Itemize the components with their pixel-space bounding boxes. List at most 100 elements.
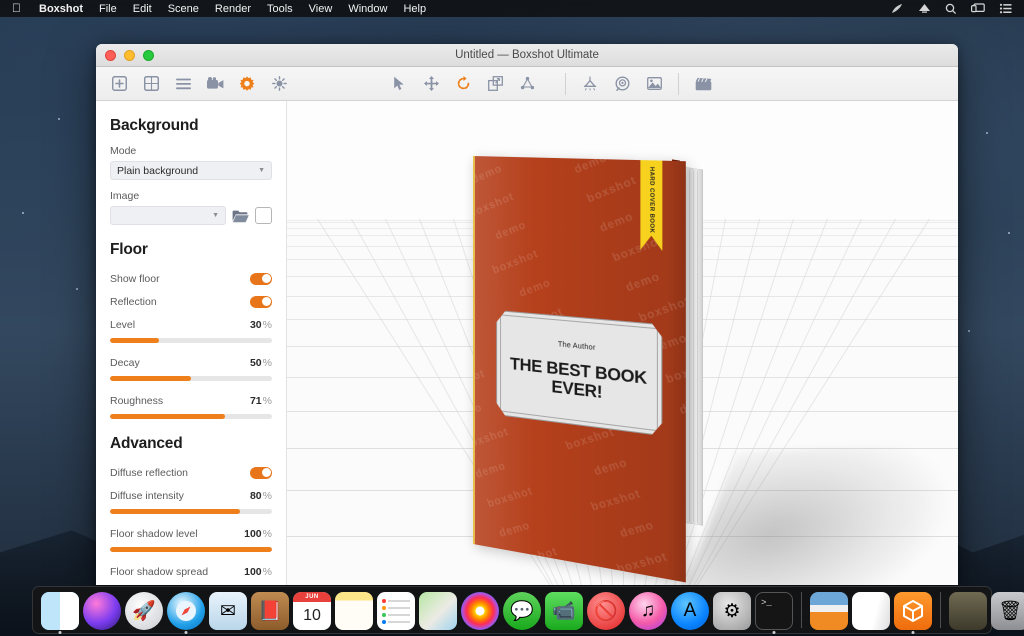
decay-row: Decay 50% bbox=[110, 353, 272, 372]
list-icon[interactable] bbox=[170, 71, 196, 97]
dock-item-mail[interactable]: ✉ bbox=[208, 590, 248, 630]
search-icon[interactable] bbox=[944, 2, 958, 15]
book-title-text: THE BEST BOOK EVER! bbox=[509, 354, 647, 403]
book-floor-shadow bbox=[662, 439, 958, 585]
dock-item-contacts[interactable]: 📕 bbox=[250, 590, 290, 630]
dock-item-calendar[interactable]: JUN 10 bbox=[292, 590, 332, 630]
show-floor-toggle[interactable] bbox=[250, 272, 272, 285]
menu-item-scene[interactable]: Scene bbox=[160, 3, 207, 15]
books-stack-icon bbox=[810, 592, 848, 630]
render-preview-icon[interactable] bbox=[609, 71, 635, 97]
boxshot-application-window: Untitled — Boxshot Ultimate Background M… bbox=[96, 44, 958, 585]
dock-item-boxshot[interactable] bbox=[893, 590, 933, 634]
contacts-glyph: 📕 bbox=[258, 601, 282, 622]
dock-item-terminal[interactable]: >_ bbox=[754, 590, 794, 634]
dock-item-safari[interactable] bbox=[166, 590, 206, 634]
menu-item-render[interactable]: Render bbox=[207, 3, 259, 15]
ribbon-label: HARD COVER BOOK bbox=[648, 166, 655, 234]
menu-item-window[interactable]: Window bbox=[340, 3, 395, 15]
light-bulb-icon[interactable] bbox=[266, 71, 292, 97]
image-label: Image bbox=[110, 190, 140, 202]
dock-item-do-not-disturb[interactable]: 🚫 bbox=[586, 590, 626, 630]
dock-item-books-stack[interactable] bbox=[809, 590, 849, 630]
background-color-swatch[interactable] bbox=[255, 207, 272, 224]
messages-icon: 💬 bbox=[503, 592, 541, 630]
move-tool-icon[interactable] bbox=[418, 71, 444, 97]
messages-glyph: 💬 bbox=[510, 601, 534, 622]
main-toolbar bbox=[96, 67, 958, 101]
menu-item-boxshot[interactable]: Boxshot bbox=[31, 3, 91, 15]
diffuse-intensity-slider-fill bbox=[110, 509, 240, 514]
star bbox=[1008, 232, 1010, 234]
decay-slider[interactable] bbox=[110, 376, 272, 381]
dock-item-finder[interactable] bbox=[40, 590, 80, 634]
select-arrow-icon[interactable] bbox=[386, 71, 412, 97]
snap-tool-icon[interactable] bbox=[514, 71, 540, 97]
background-image-select[interactable]: ▼ bbox=[110, 206, 226, 225]
rotate-tool-icon[interactable] bbox=[450, 71, 476, 97]
folder-open-icon[interactable] bbox=[232, 208, 249, 224]
menu-item-help[interactable]: Help bbox=[395, 3, 434, 15]
spotlight-icon[interactable] bbox=[577, 71, 603, 97]
reflection-row: Reflection bbox=[110, 292, 272, 311]
menu-item-tools[interactable]: Tools bbox=[259, 3, 301, 15]
settings-gear-icon[interactable] bbox=[234, 71, 260, 97]
dock-running-indicator bbox=[772, 631, 776, 634]
roughness-row: Roughness 71% bbox=[110, 391, 272, 410]
menu-item-edit[interactable]: Edit bbox=[125, 3, 160, 15]
menu-bar-status-area bbox=[890, 2, 1018, 15]
wifi-icon[interactable] bbox=[917, 2, 931, 15]
apple-menu-icon[interactable]:  bbox=[6, 2, 31, 15]
hard-cover-ribbon: HARD COVER BOOK bbox=[640, 158, 662, 251]
dock-item-siri[interactable] bbox=[82, 590, 122, 630]
dock-item-maps[interactable] bbox=[418, 590, 458, 630]
system-preferences-glyph: ⚙ bbox=[723, 600, 741, 622]
dock-item-launchpad[interactable]: 🚀 bbox=[124, 590, 164, 630]
calendar-day-label: 10 bbox=[303, 606, 321, 624]
dock-item-pages[interactable] bbox=[851, 590, 891, 630]
dock-item-itunes[interactable]: ♫ bbox=[628, 590, 668, 630]
dock-item-trash[interactable]: 🗑 bbox=[990, 590, 1024, 630]
add-object-icon[interactable] bbox=[106, 71, 132, 97]
trash-glyph: 🗑 bbox=[997, 601, 1023, 622]
chevron-down-icon: ▼ bbox=[258, 167, 265, 174]
clapper-board-icon[interactable] bbox=[690, 71, 716, 97]
image-export-icon[interactable] bbox=[641, 71, 667, 97]
dock-item-messages[interactable]: 💬 bbox=[502, 590, 542, 630]
3d-viewport[interactable]: boxshot demo boxshot demo boxshot demo b… bbox=[287, 101, 958, 585]
boxshot-cube-glyph bbox=[894, 592, 932, 630]
dock-item-photos[interactable] bbox=[460, 590, 500, 630]
reflection-toggle[interactable] bbox=[250, 295, 272, 308]
finder-icon bbox=[41, 592, 79, 630]
camera-icon[interactable] bbox=[202, 71, 228, 97]
launchpad-glyph: 🚀 bbox=[132, 601, 156, 622]
show-floor-row: Show floor bbox=[110, 269, 272, 288]
control-center-icon[interactable] bbox=[998, 2, 1012, 15]
feather-icon[interactable] bbox=[890, 2, 904, 15]
menu-item-file[interactable]: File bbox=[91, 3, 125, 15]
book-3d-model[interactable]: boxshot demo boxshot demo boxshot demo b… bbox=[467, 156, 958, 585]
menu-item-view[interactable]: View bbox=[301, 3, 341, 15]
dock-item-app-store[interactable]: A bbox=[670, 590, 710, 630]
level-slider[interactable] bbox=[110, 338, 272, 343]
background-mode-select[interactable]: Plain background ▼ bbox=[110, 161, 272, 180]
diffuse-reflection-toggle[interactable] bbox=[250, 466, 272, 479]
do-not-disturb-icon: 🚫 bbox=[587, 592, 625, 630]
dock-item-downloads[interactable] bbox=[948, 590, 988, 630]
reflection-label: Reflection bbox=[110, 295, 157, 308]
floor-shadow-level-slider[interactable] bbox=[110, 547, 272, 552]
screen-mirror-icon[interactable] bbox=[971, 2, 985, 15]
dock-item-notes[interactable] bbox=[334, 590, 374, 630]
dock-item-system-preferences[interactable]: ⚙ bbox=[712, 590, 752, 630]
window-title-bar[interactable]: Untitled — Boxshot Ultimate bbox=[96, 44, 958, 67]
level-value: 30% bbox=[249, 318, 272, 331]
dock-item-reminders[interactable] bbox=[376, 590, 416, 630]
scale-tool-icon[interactable] bbox=[482, 71, 508, 97]
dock-item-facetime[interactable]: 📹 bbox=[544, 590, 584, 630]
decay-value: 50% bbox=[249, 356, 272, 369]
diffuse-intensity-slider[interactable] bbox=[110, 509, 272, 514]
app-store-icon: A bbox=[671, 592, 709, 630]
book-front-cover[interactable]: boxshot demo boxshot demo boxshot demo b… bbox=[473, 156, 686, 583]
grid-layout-icon[interactable] bbox=[138, 71, 164, 97]
roughness-slider[interactable] bbox=[110, 414, 272, 419]
